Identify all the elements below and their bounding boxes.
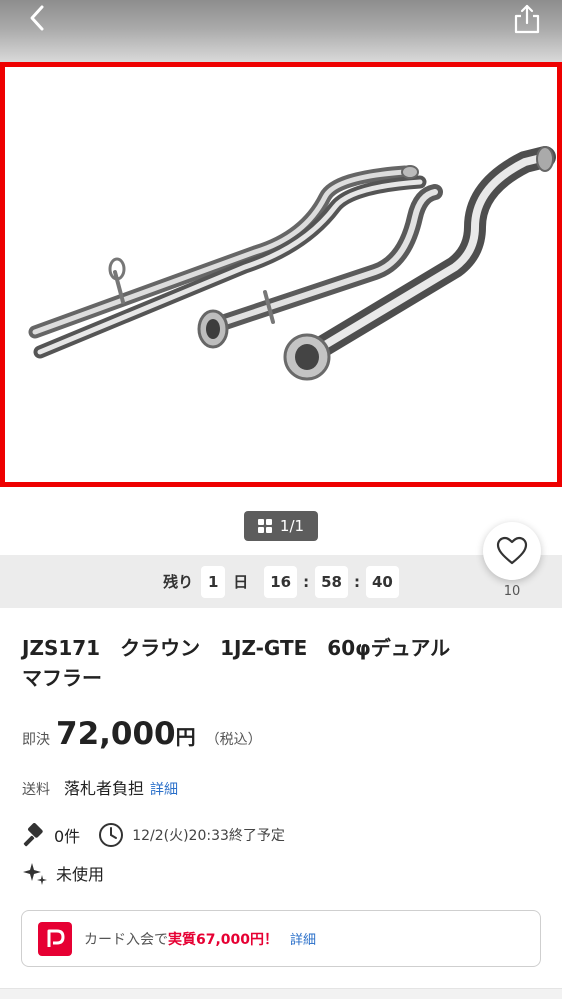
item-condition: 未使用 — [56, 865, 105, 884]
share-button[interactable] — [512, 2, 542, 36]
share-icon — [514, 4, 540, 34]
heart-icon — [496, 536, 528, 565]
price-value: 72,000 — [56, 716, 176, 752]
watchlist-button[interactable] — [483, 522, 541, 580]
bottom-divider — [0, 988, 562, 999]
grid-icon — [257, 519, 272, 533]
price-row: 即決 72,000 円 （税込） — [22, 716, 262, 752]
promo-text: カード入会で — [84, 931, 168, 948]
tax-note: （税込） — [205, 732, 262, 748]
paypay-logo-icon — [38, 921, 72, 956]
timer-prefix: 残り — [163, 573, 194, 591]
bid-count: 0件 — [54, 827, 81, 846]
image-counter-text: 1/1 — [279, 517, 305, 535]
bid-info-row: 0件 12/2(火)20:33終了予定 — [22, 822, 285, 848]
muffler-image — [28, 146, 556, 381]
remaining-time-bar: 残り 1 日 16 : 58 : 40 — [0, 555, 562, 608]
price-label: 即決 — [22, 732, 50, 748]
timer-days-label: 日 — [233, 573, 249, 591]
timer-separator: : — [353, 572, 360, 591]
watch-count: 10 — [503, 584, 521, 599]
gavel-icon — [23, 823, 43, 847]
promo-highlight: 実質67,000円！ — [168, 931, 279, 948]
paypay-card-promo[interactable]: カード入会で 実質67,000円！ 詳細 — [21, 910, 541, 967]
condition-row: 未使用 — [22, 860, 104, 886]
timer-hours: 16 — [264, 565, 298, 598]
shipping-value: 落札者負担 — [64, 779, 145, 798]
back-button[interactable] — [22, 2, 54, 36]
item-title: JZS171 クラウン 1JZ-GTE 60φデュアル マフラー — [22, 636, 451, 690]
clock-icon — [99, 823, 124, 847]
chevron-left-icon — [30, 5, 44, 31]
promo-detail-link[interactable]: 詳細 — [290, 929, 316, 948]
timer-days: 1 — [201, 565, 226, 598]
shipping-detail-link[interactable]: 詳細 — [150, 779, 178, 799]
sparkle-icon — [23, 863, 47, 885]
price-unit: 円 — [175, 725, 196, 749]
timer-separator: : — [303, 572, 310, 591]
image-counter[interactable]: 1/1 — [244, 511, 318, 541]
timer-minutes: 58 — [315, 565, 348, 598]
timer-seconds: 40 — [365, 565, 399, 598]
top-bar — [0, 0, 562, 62]
shipping-row: 送料 落札者負担 詳細 — [22, 775, 178, 799]
item-photo[interactable] — [0, 62, 562, 487]
shipping-label: 送料 — [22, 782, 50, 798]
end-time: 12/2(火)20:33終了予定 — [132, 828, 285, 844]
